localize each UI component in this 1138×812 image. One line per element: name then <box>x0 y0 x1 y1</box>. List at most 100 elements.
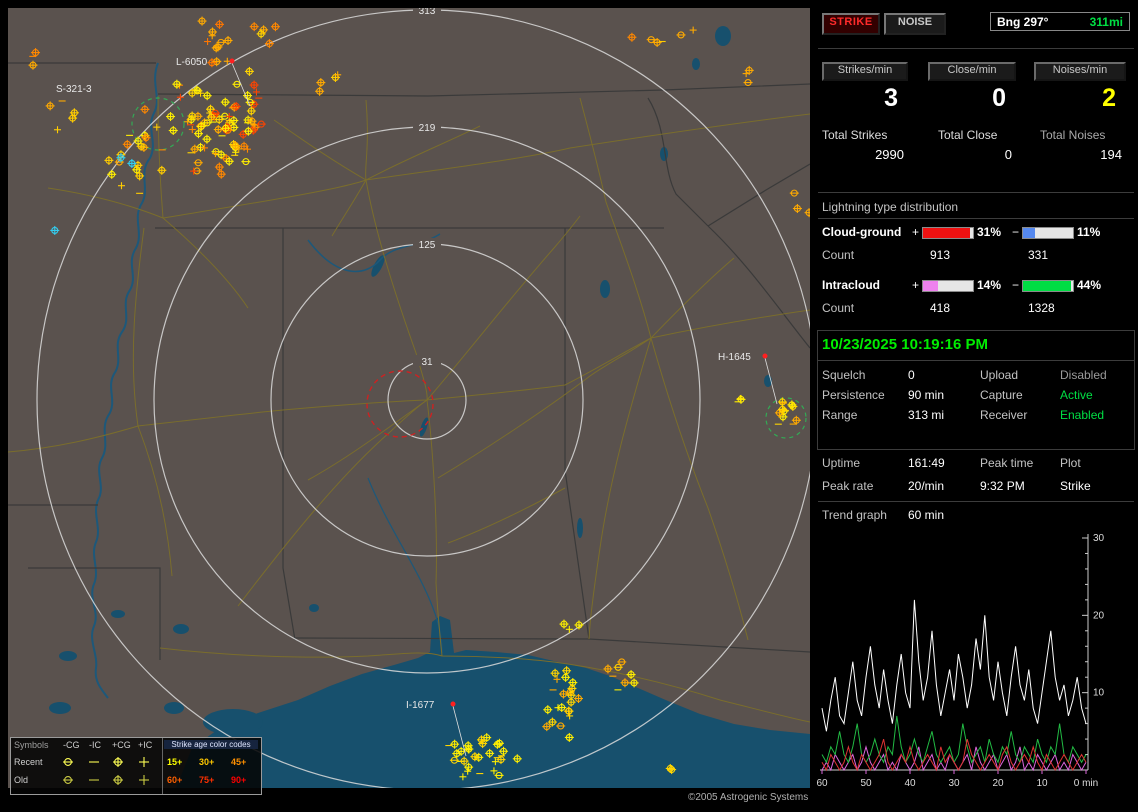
capture-label: Capture <box>980 388 1023 402</box>
svg-text:50: 50 <box>860 778 872 789</box>
ic-positive-count: 418 <box>930 301 950 315</box>
peak-rate-label: Peak rate <box>822 479 873 493</box>
age-60: 60+ <box>167 775 182 785</box>
cg-positive-count: 913 <box>930 248 950 262</box>
upload-value: Disabled <box>1060 368 1107 382</box>
svg-text:L-6050: L-6050 <box>176 57 208 68</box>
cg-minus-old-icon <box>61 773 75 787</box>
range-label: Range <box>822 408 857 422</box>
roads <box>8 96 810 722</box>
svg-text:I-1677: I-1677 <box>406 700 435 711</box>
svg-text:125: 125 <box>419 240 436 251</box>
lightning-map[interactable]: 31321912531 L-6050S-321-3H-1645I-1677 Sy… <box>8 8 810 788</box>
settings-row-1: Squelch 0 Upload Disabled <box>816 368 1138 384</box>
svg-text:30: 30 <box>1093 533 1105 544</box>
map-canvas[interactable]: 31321912531 L-6050S-321-3H-1645I-1677 <box>8 8 810 788</box>
nexstorm-window: 31321912531 L-6050S-321-3H-1645I-1677 Sy… <box>0 0 1138 812</box>
peak-time-label: Peak time <box>980 456 1033 470</box>
distribution-title: Lightning type distribution <box>822 200 958 214</box>
strike-button[interactable]: STRIKE <box>822 13 880 35</box>
map-legend: Symbols -CG -IC +CG +IC Strike age color… <box>10 737 262 795</box>
legend-symbols-label: Symbols <box>14 740 49 750</box>
svg-text:H-1645: H-1645 <box>718 352 751 363</box>
uptime-value: 161:49 <box>908 456 945 470</box>
squelch-label: Squelch <box>822 368 865 382</box>
plus-sign: + <box>912 225 919 239</box>
plot-label: Plot <box>1060 456 1081 470</box>
legend-recent-label: Recent <box>14 757 43 767</box>
count-label: Count <box>822 301 854 315</box>
svg-text:219: 219 <box>419 123 436 134</box>
ic-negative-count: 1328 <box>1028 301 1055 315</box>
legend-recent-row: Recent 15+ 30+ 45+ <box>11 755 261 772</box>
ic-plus-old-icon <box>137 773 151 787</box>
cg-positive-pct: 31% <box>977 225 1001 239</box>
noises-per-min-value: 2 <box>1034 84 1116 112</box>
close-per-min-box[interactable]: Close/min <box>928 62 1016 81</box>
rivers <box>92 63 442 698</box>
svg-text:60: 60 <box>816 778 828 789</box>
bearing-display: Bng 297° 311mi <box>990 12 1130 31</box>
legend-col-neg-ic: -IC <box>89 740 101 750</box>
range-value: 313 mi <box>908 408 944 422</box>
ic-minus-old-icon <box>87 773 101 787</box>
trend-graph-label: Trend graph <box>822 508 887 522</box>
stats-row-2: Peak rate 20/min 9:32 PM Strike <box>816 479 1138 495</box>
stats-row-1: Uptime 161:49 Peak time Plot <box>816 456 1138 472</box>
strikes-per-min-box[interactable]: Strikes/min <box>822 62 908 81</box>
ic-count-row: Count 418 1328 <box>816 301 1138 317</box>
plus-sign: + <box>912 278 919 292</box>
settings-row-2: Persistence 90 min Capture Active <box>816 388 1138 404</box>
legend-old-label: Old <box>14 775 28 785</box>
capture-value: Active <box>1060 388 1093 402</box>
intracloud-label: Intracloud <box>822 278 880 292</box>
trend-row: Trend graph 60 min <box>816 508 1138 524</box>
svg-text:20: 20 <box>1093 610 1105 621</box>
svg-text:31: 31 <box>421 357 433 368</box>
noises-per-min-box[interactable]: Noises/min <box>1034 62 1126 81</box>
svg-text:30: 30 <box>948 778 960 789</box>
cg-negative-bar <box>1022 227 1074 239</box>
legend-col-neg-cg: -CG <box>63 740 80 750</box>
ic-positive-pct: 14% <box>977 278 1001 292</box>
legend-col-pos-cg: +CG <box>112 740 131 750</box>
legend-age-title: Strike age color codes <box>164 740 258 749</box>
ic-plus-recent-icon <box>137 755 151 769</box>
plot-value: Strike <box>1060 479 1091 493</box>
total-strikes-label: Total Strikes <box>822 128 887 142</box>
strikes-per-min-value: 3 <box>822 84 898 112</box>
cloud-ground-row: Cloud-ground + 31% − 11% <box>816 225 1138 241</box>
bearing-label: Bng 297° <box>997 15 1048 29</box>
legend-old-row: Old 60+ 75+ 90+ <box>11 773 261 790</box>
receiver-value: Enabled <box>1060 408 1104 422</box>
svg-text:20: 20 <box>992 778 1004 789</box>
close-per-min-value: 0 <box>928 84 1006 112</box>
cg-positive-bar <box>922 227 974 239</box>
intracloud-row: Intracloud + 14% − 44% <box>816 278 1138 294</box>
svg-text:0 min: 0 min <box>1074 778 1098 789</box>
cg-plus-old-icon <box>111 773 125 787</box>
cloud-ground-label: Cloud-ground <box>822 225 901 239</box>
legend-col-pos-ic: +IC <box>138 740 152 750</box>
noise-button[interactable]: NOISE <box>884 13 946 35</box>
datetime-display: 10/23/2025 10:19:16 PM <box>822 336 988 353</box>
total-close-value: 0 <box>928 147 1012 162</box>
peak-time-value: 9:32 PM <box>980 479 1025 493</box>
total-close-label: Total Close <box>938 128 997 142</box>
cg-minus-recent-icon <box>61 755 75 769</box>
receiver-label: Receiver <box>980 408 1027 422</box>
upload-label: Upload <box>980 368 1018 382</box>
svg-text:S-321-3: S-321-3 <box>56 84 92 95</box>
cg-count-row: Count 913 331 <box>816 248 1138 264</box>
divider <box>818 48 1134 49</box>
persistence-label: Persistence <box>822 388 885 402</box>
total-strikes-value: 2990 <box>822 147 904 162</box>
minus-sign: − <box>1012 278 1019 292</box>
control-panel: STRIKE NOISE Bng 297° 311mi Strikes/min … <box>816 0 1138 812</box>
uptime-label: Uptime <box>822 456 860 470</box>
squelch-value: 0 <box>908 368 915 382</box>
cg-negative-pct: 11% <box>1077 225 1100 239</box>
water-bodies <box>49 26 810 788</box>
total-noises-label: Total Noises <box>1040 128 1105 142</box>
svg-text:40: 40 <box>904 778 916 789</box>
